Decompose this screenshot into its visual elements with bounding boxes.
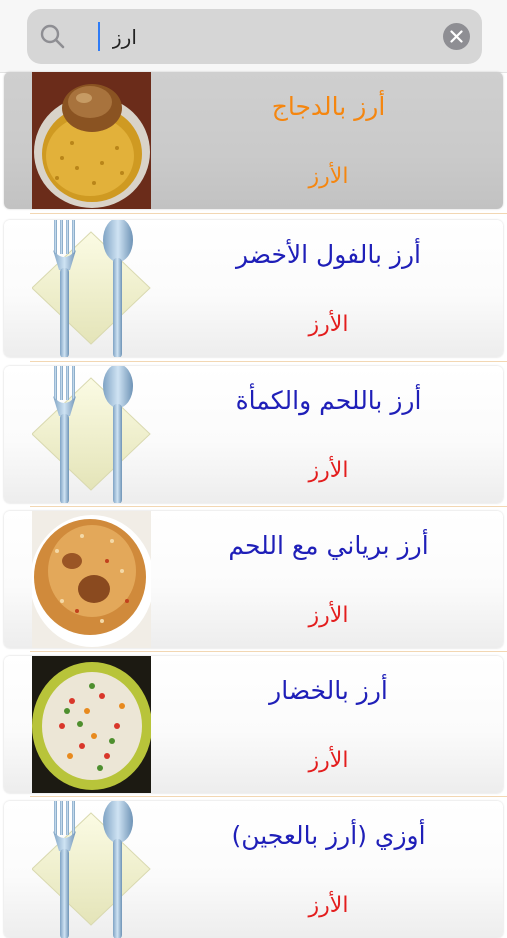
list-item[interactable]: أرز بالفول الأخضر الأرز [4,220,503,357]
divider [30,506,507,507]
list-item[interactable]: أرز باللحم والكمأة الأرز [4,366,503,503]
fork-spoon-placeholder-icon [32,366,151,503]
recipe-title: أرز برياني مع اللحم [228,531,429,560]
chicken-rice-photo [32,72,151,209]
recipe-category: الأرز [308,164,349,189]
search-field[interactable] [27,9,482,64]
search-bar [0,0,507,73]
search-input[interactable] [110,15,434,59]
divider [30,651,507,652]
recipe-title: أرز بالخضار [269,676,388,705]
divider [30,796,507,797]
recipe-category: الأرز [308,312,349,337]
recipe-title: أوزي (أرز بالعجين) [231,821,426,850]
list-item[interactable]: أرز بالدجاج الأرز [4,72,503,209]
list-item[interactable]: أرز بالخضار الأرز [4,656,503,793]
biryani-photo [32,511,151,648]
recipe-category: الأرز [308,893,349,918]
list-item[interactable]: أوزي (أرز بالعجين) الأرز [4,801,503,938]
recipe-category: الأرز [308,748,349,773]
list-item[interactable]: أرز برياني مع اللحم الأرز [4,511,503,648]
divider [30,361,507,362]
search-icon [40,24,65,49]
divider [30,213,507,214]
recipe-category: الأرز [308,603,349,628]
recipe-title: أرز باللحم والكمأة [235,386,422,415]
fork-spoon-placeholder-icon [32,801,151,938]
clear-icon [450,30,463,43]
recipe-title: أرز بالدجاج [271,92,386,121]
recipe-title: أرز بالفول الأخضر [235,240,422,269]
clear-search-button[interactable] [443,23,470,50]
vegetable-rice-photo [32,656,151,793]
recipe-category: الأرز [308,458,349,483]
fork-spoon-placeholder-icon [32,220,151,357]
text-cursor [98,22,100,51]
